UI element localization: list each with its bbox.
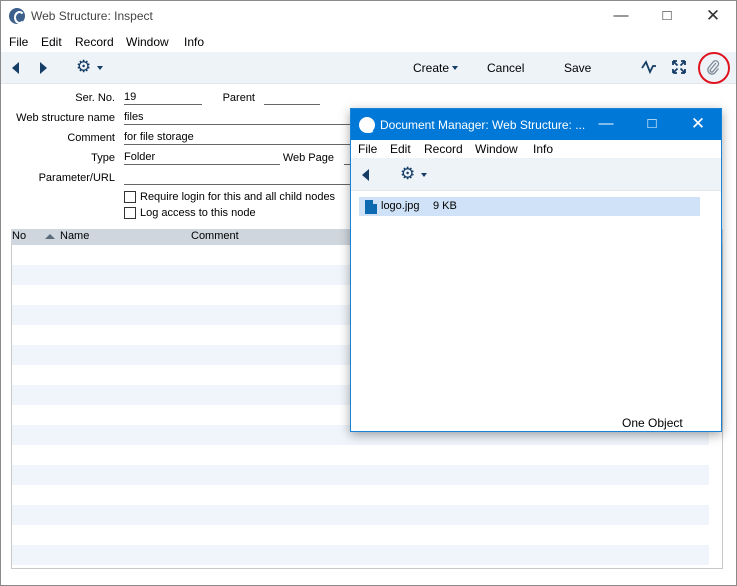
menu-record[interactable]: Record <box>75 35 114 49</box>
ser-no-field[interactable]: 19 <box>124 91 202 105</box>
file-icon <box>365 200 377 214</box>
doc-minimize-button[interactable]: — <box>583 109 629 140</box>
app-logo-icon <box>9 8 25 24</box>
gear-icon[interactable]: ⚙ <box>76 58 91 75</box>
doc-close-button[interactable]: ✕ <box>675 109 721 140</box>
sort-ascending-icon[interactable] <box>45 234 55 239</box>
table-row[interactable] <box>12 545 709 565</box>
comment-label: Comment <box>67 132 115 144</box>
create-dropdown-chevron-icon[interactable] <box>452 66 458 70</box>
log-access-label: Log access to this node <box>140 207 256 219</box>
forward-icon[interactable] <box>40 62 47 74</box>
parent-label: Parent <box>222 92 255 104</box>
require-login-label: Require login for this and all child nod… <box>140 191 336 203</box>
back-icon[interactable] <box>12 62 19 74</box>
ser-no-label: Ser. No. <box>75 92 115 104</box>
attachment-highlight-ring <box>698 52 730 84</box>
column-name[interactable]: Name <box>60 230 89 242</box>
minimize-button[interactable]: — <box>598 1 644 32</box>
parameter-url-field[interactable] <box>124 171 351 185</box>
doc-window-title: Document Manager: Web Structure: ... <box>380 118 586 132</box>
type-label: Type <box>91 152 115 164</box>
column-comment[interactable]: Comment <box>191 230 239 242</box>
doc-app-logo-icon <box>359 117 375 133</box>
file-list-item[interactable]: logo.jpg 9 KB <box>359 197 700 216</box>
file-name: logo.jpg <box>381 200 420 212</box>
doc-gear-icon[interactable]: ⚙ <box>400 165 415 182</box>
expand-icon[interactable] <box>672 60 686 74</box>
save-button[interactable]: Save <box>564 61 591 75</box>
column-no[interactable]: No <box>12 230 26 242</box>
titlebar: Web Structure: Inspect — □ ✕ <box>1 1 736 32</box>
doc-menu-record[interactable]: Record <box>424 142 463 156</box>
parameter-url-label: Parameter/URL <box>38 172 115 184</box>
activity-icon[interactable] <box>641 60 657 74</box>
file-size: 9 KB <box>433 200 457 212</box>
web-structure-name-field[interactable]: files <box>124 111 351 125</box>
log-access-checkbox[interactable] <box>124 207 136 219</box>
doc-menu-info[interactable]: Info <box>533 142 553 156</box>
web-structure-name-label: Web structure name <box>16 112 115 124</box>
maximize-button[interactable]: □ <box>644 1 690 32</box>
toolbar <box>1 52 736 84</box>
doc-menu-edit[interactable]: Edit <box>390 142 411 156</box>
comment-field[interactable]: for file storage <box>124 131 351 145</box>
doc-status-text: One Object <box>622 416 683 430</box>
table-row[interactable] <box>12 505 709 525</box>
require-login-checkbox[interactable] <box>124 191 136 203</box>
gear-dropdown-chevron-icon[interactable] <box>97 66 103 70</box>
document-manager-window: Document Manager: Web Structure: ... — □… <box>350 108 722 432</box>
table-row[interactable] <box>12 465 709 485</box>
type-field[interactable]: Folder <box>124 151 280 165</box>
parent-field[interactable] <box>264 91 320 105</box>
doc-menu-window[interactable]: Window <box>475 142 518 156</box>
doc-menu-file[interactable]: File <box>358 142 377 156</box>
menu-file[interactable]: File <box>9 35 28 49</box>
doc-titlebar: Document Manager: Web Structure: ... — □… <box>351 109 721 140</box>
doc-gear-dropdown-chevron-icon[interactable] <box>421 173 427 177</box>
web-page-label: Web Page <box>282 152 334 164</box>
create-button[interactable]: Create <box>413 61 449 75</box>
close-button[interactable]: ✕ <box>690 1 736 32</box>
menu-edit[interactable]: Edit <box>41 35 62 49</box>
cancel-button[interactable]: Cancel <box>487 61 524 75</box>
doc-back-icon[interactable] <box>362 169 369 181</box>
doc-maximize-button[interactable]: □ <box>629 109 675 140</box>
menu-window[interactable]: Window <box>126 35 169 49</box>
menu-info[interactable]: Info <box>184 35 204 49</box>
window-title: Web Structure: Inspect <box>31 9 153 23</box>
